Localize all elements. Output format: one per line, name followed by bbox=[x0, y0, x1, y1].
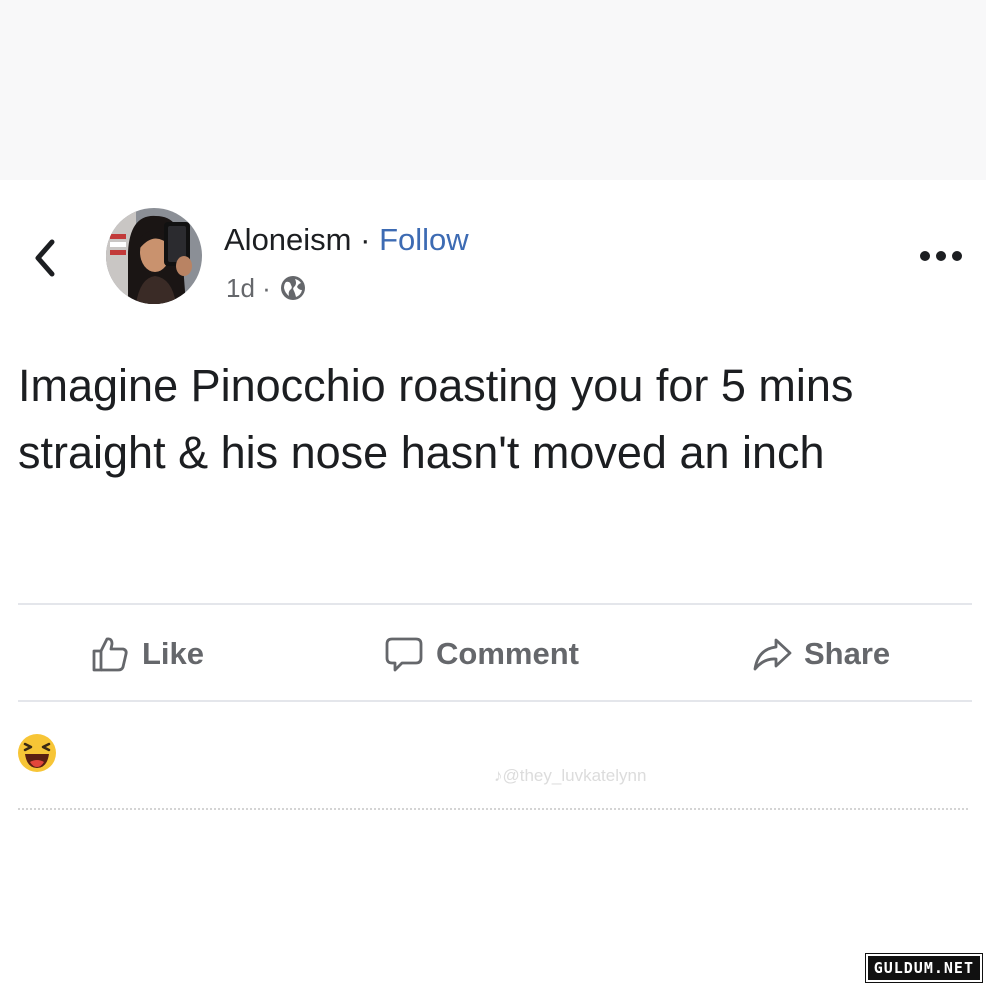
globe-icon bbox=[280, 276, 305, 300]
like-button[interactable]: Like bbox=[90, 626, 204, 682]
divider-top bbox=[18, 603, 972, 605]
like-label: Like bbox=[142, 636, 205, 671]
reaction-summary[interactable] bbox=[16, 732, 58, 774]
post-text: Imagine Pinocchio roasting you for 5 min… bbox=[18, 360, 854, 478]
thumbs-up-icon bbox=[92, 637, 128, 672]
brand-logo: GULDUM.NET bbox=[864, 953, 984, 983]
post-time[interactable]: 1d · bbox=[226, 270, 271, 306]
top-blank-area bbox=[0, 0, 986, 180]
more-options-button[interactable] bbox=[918, 246, 964, 266]
avatar-photo bbox=[106, 208, 202, 304]
follow-link[interactable]: Follow bbox=[379, 222, 469, 257]
comment-bubble-icon bbox=[385, 637, 423, 672]
watermark-text: ♪@they_luvkatelynn bbox=[494, 766, 647, 785]
ellipsis-icon bbox=[920, 251, 962, 261]
divider-bottom bbox=[18, 700, 972, 702]
post-meta: 1d · bbox=[226, 270, 307, 306]
chevron-left-icon bbox=[35, 239, 55, 277]
comment-button[interactable]: Comment bbox=[384, 626, 579, 682]
author-name[interactable]: Aloneism bbox=[224, 222, 352, 257]
avatar[interactable] bbox=[106, 208, 202, 304]
post-screenshot: Aloneism · Follow 1d · Imagine Pinocchio… bbox=[0, 0, 986, 986]
separator-dot: · bbox=[360, 222, 371, 257]
back-button[interactable] bbox=[30, 234, 60, 282]
share-arrow-icon bbox=[753, 638, 792, 671]
author-line: Aloneism · Follow bbox=[224, 220, 469, 260]
cut-off-comment-line bbox=[18, 808, 968, 810]
comment-label: Comment bbox=[436, 636, 579, 671]
share-label: Share bbox=[804, 636, 891, 671]
share-button[interactable]: Share bbox=[752, 626, 890, 682]
laughing-emoji-icon bbox=[18, 734, 56, 772]
